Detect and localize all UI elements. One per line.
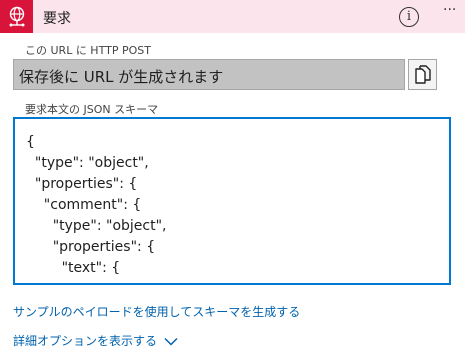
url-label: この URL に HTTP POST <box>25 44 151 57</box>
info-icon[interactable]: i <box>399 7 419 27</box>
card-title: 要求 <box>43 11 71 27</box>
json-schema-editor[interactable]: { "type": "object", "properties": { "com… <box>13 117 451 285</box>
url-field: 保存後に URL が生成されます <box>13 59 405 90</box>
advanced-options-label[interactable]: 詳細オプションを表示する <box>13 334 157 348</box>
schema-label: 要求本文の JSON スキーマ <box>25 103 159 116</box>
url-value: 保存後に URL が生成されます <box>19 68 224 86</box>
trigger-icon-box <box>0 0 33 33</box>
generate-schema-link[interactable]: サンプルのペイロードを使用してスキーマを生成する <box>13 303 300 320</box>
globe-request-icon <box>9 6 25 27</box>
chevron-down-icon[interactable] <box>164 337 178 346</box>
copy-url-button[interactable] <box>408 59 437 90</box>
json-schema-content[interactable]: { "type": "object", "properties": { "com… <box>26 132 167 279</box>
advanced-options-toggle[interactable]: 詳細オプションを表示する <box>13 332 178 349</box>
copy-icon <box>415 65 431 84</box>
more-options-icon[interactable]: ··· <box>443 2 456 18</box>
card-header[interactable]: 要求 i ··· <box>0 0 465 33</box>
